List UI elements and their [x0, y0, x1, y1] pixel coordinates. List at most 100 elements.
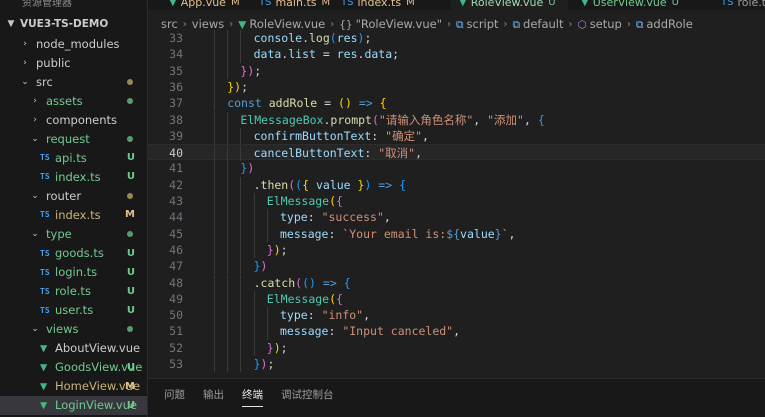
code-token: message [280, 226, 329, 241]
line-number: 50 [169, 308, 183, 323]
code-line: 33 console.log(res); [148, 30, 765, 47]
code-token: ; [267, 357, 275, 371]
breadcrumb-item[interactable]: {} "RoleView.vue" [339, 17, 442, 31]
tree-item[interactable]: ▼ AboutView.vue [0, 339, 147, 358]
typescript-file-icon: TS [40, 267, 50, 277]
line-number: 42 [169, 177, 183, 192]
code-token: } [266, 340, 274, 355]
tree-item[interactable]: ▼ LoginView.vue U [0, 395, 147, 415]
breadcrumb-item[interactable]: views [192, 17, 224, 31]
tab-index-ts[interactable]: TS index.ts M [333, 0, 445, 10]
indent-guide [227, 290, 229, 308]
vue-file-icon: ▼ [169, 0, 177, 8]
code-token: ( [338, 96, 345, 111]
tree-item[interactable]: ▼ HomeView.vue M [0, 377, 147, 396]
tree-item[interactable]: TS index.ts U [0, 167, 147, 186]
code-token: } [494, 226, 502, 241]
code-token: ; [364, 31, 372, 45]
indent-guide [253, 209, 255, 226]
breadcrumb-item[interactable]: ▼ RoleView.vue [238, 17, 325, 31]
tree-item[interactable]: › public [0, 53, 147, 72]
tab-main-ts[interactable]: TS main.ts M [251, 0, 331, 10]
explorer-header: 资源管理器 [22, 0, 72, 9]
indent-guide [240, 274, 242, 291]
code-token: ) [247, 161, 255, 176]
project-root[interactable]: ▼ VUE3-TS-DEMO [0, 14, 147, 33]
code-token: res [336, 47, 358, 62]
indent-guide [266, 323, 268, 340]
indent-guide [227, 176, 229, 193]
tree-item[interactable]: ⌄ request [0, 129, 147, 148]
panel-tab[interactable]: 问题 [164, 387, 185, 402]
code-content: data.list = res.data; [254, 46, 399, 62]
code-token: data [253, 47, 282, 62]
tree-item[interactable]: TS role.ts U [0, 282, 147, 301]
code-line: 38 ElMessageBox.prompt("请输入角色名称", "添加", { [148, 111, 765, 128]
code-token: { [336, 291, 343, 306]
code-token: ` [501, 226, 509, 241]
tree-item[interactable]: ⌄ router [0, 186, 147, 205]
code-token: "取消" [378, 146, 416, 161]
code-token: => [358, 96, 373, 111]
tree-item-label: login.ts [55, 265, 98, 280]
code-token: "Input canceled" [342, 324, 454, 339]
code-token: "success" [321, 210, 384, 225]
breadcrumb-label: src [161, 17, 178, 31]
indent-guide [227, 111, 229, 128]
chevron-right-icon: › [229, 18, 234, 30]
line-number: 43 [169, 194, 183, 208]
breadcrumb-item[interactable]: src [161, 17, 178, 31]
code-line: 35}); [148, 62, 765, 79]
tree-item[interactable]: TS user.ts U [0, 301, 147, 320]
tree-item[interactable]: ⌄ views [0, 320, 147, 339]
panel-tab[interactable]: 调试控制台 [281, 387, 334, 402]
panel-tab[interactable]: 输出 [203, 387, 224, 402]
tree-item[interactable]: › assets [0, 91, 147, 110]
tab-role-ts[interactable]: TSrole.ts [713, 0, 765, 10]
code-token: ; [392, 47, 400, 62]
tree-item[interactable]: TS index.ts M [0, 205, 147, 224]
code-editor[interactable]: 33 console.log(res); 34 data.list = res.dat… [148, 30, 765, 378]
panel-tab[interactable]: 终端 [242, 387, 263, 407]
code-content: }); [240, 63, 261, 79]
code-content: .then(({ value }) => { [254, 177, 407, 193]
git-status-badge: U [126, 152, 135, 164]
vue-file-icon: ▼ [40, 341, 48, 356]
typescript-file-icon: TS [40, 153, 50, 163]
tree-item[interactable]: › components [0, 110, 147, 129]
tree-item[interactable]: › node_modules [0, 34, 147, 53]
code-token: cancelButtonText [253, 146, 365, 161]
vue-file-icon: ▼ [40, 360, 48, 375]
code-token: ( [302, 275, 310, 290]
breadcrumb-item[interactable]: ⬡ setup [578, 17, 622, 31]
tab-status-badge: M [321, 0, 331, 8]
code-token: ) [344, 96, 352, 111]
tree-item[interactable]: TS goods.ts U [0, 244, 147, 263]
code-token: , [508, 226, 516, 241]
indent-guide [214, 241, 215, 259]
code-token: log [309, 31, 330, 45]
tab-userview-vue[interactable]: ▼ UserView.vue U [573, 0, 705, 10]
code-content: .catch(() => { [254, 275, 351, 291]
explorer-sidebar: 资源管理器 ▼ VUE3-TS-DEMO › node_modules › publi… [0, 0, 148, 417]
indent-guide [214, 258, 215, 275]
indent-guide [214, 274, 215, 291]
tree-item[interactable]: TS login.ts U [0, 263, 147, 282]
indent-guide [214, 78, 215, 96]
code-token: console [253, 31, 303, 45]
tab-app-vue[interactable]: ▼ App.vue M [161, 0, 246, 10]
tree-item[interactable]: TS api.ts U [0, 148, 147, 167]
breadcrumb-label: default [523, 16, 564, 31]
tree-item-label: node_modules [36, 36, 120, 51]
tree-item[interactable]: ⌄ src [0, 72, 147, 91]
typescript-file-icon: TS [40, 286, 50, 296]
chevron-down-icon: ⌄ [31, 133, 39, 144]
tab-roleview-vue[interactable]: ▼ RoleView.vue U [451, 0, 568, 10]
indent-guide [227, 323, 229, 340]
tree-item[interactable]: ▼ GoodsView.vue U [0, 358, 147, 377]
indent-guide [227, 241, 229, 259]
code-token: ElMessage [266, 291, 330, 306]
tree-item[interactable]: ⌄ type [0, 225, 147, 244]
